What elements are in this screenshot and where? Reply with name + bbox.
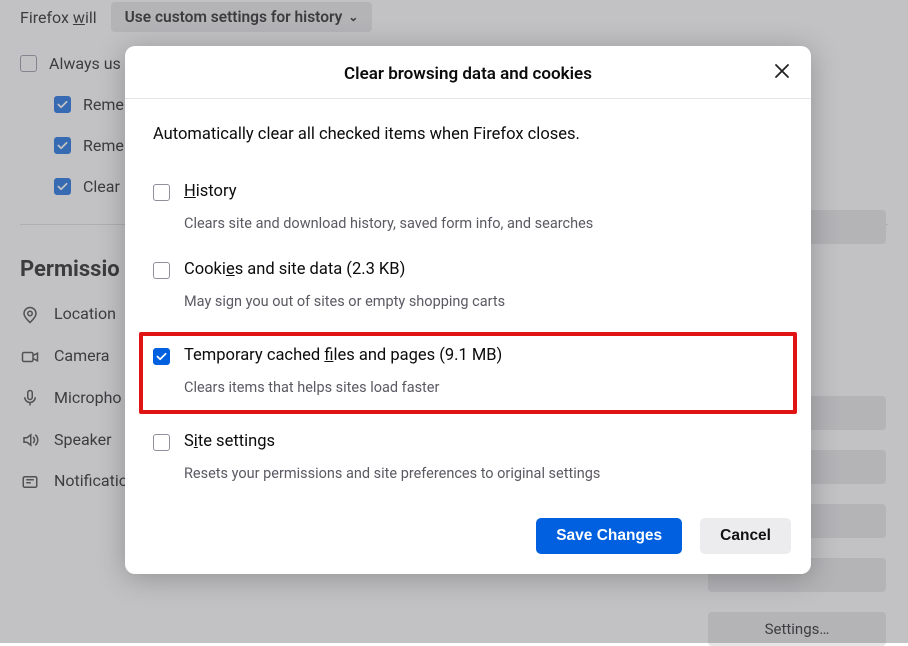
cancel-button[interactable]: Cancel bbox=[700, 518, 791, 554]
option-site-settings-text: Site settings Resets your permissions an… bbox=[184, 432, 600, 482]
highlight-box: Temporary cached files and pages (9.1 MB… bbox=[139, 332, 797, 414]
option-history[interactable]: History Clears site and download history… bbox=[153, 172, 783, 250]
option-cookies[interactable]: Cookies and site data (2.3 KB) May sign … bbox=[153, 250, 783, 328]
checkbox-site-settings[interactable] bbox=[153, 434, 170, 451]
option-cookies-desc: May sign you out of sites or empty shopp… bbox=[184, 293, 505, 310]
option-site-settings-desc: Resets your permissions and site prefere… bbox=[184, 465, 600, 482]
close-icon[interactable] bbox=[771, 60, 793, 82]
dialog-title: Clear browsing data and cookies bbox=[344, 64, 592, 84]
option-history-text: History Clears site and download history… bbox=[184, 182, 593, 232]
checkbox-cache[interactable] bbox=[153, 348, 170, 365]
checkbox-cookies[interactable] bbox=[153, 262, 170, 279]
save-button[interactable]: Save Changes bbox=[536, 518, 682, 554]
clear-data-dialog: Clear browsing data and cookies Automati… bbox=[125, 46, 811, 574]
option-site-settings[interactable]: Site settings Resets your permissions an… bbox=[153, 422, 783, 500]
checkbox-history[interactable] bbox=[153, 184, 170, 201]
option-cookies-text: Cookies and site data (2.3 KB) May sign … bbox=[184, 260, 505, 310]
dialog-intro: Automatically clear all checked items wh… bbox=[153, 125, 783, 144]
option-history-desc: Clears site and download history, saved … bbox=[184, 215, 593, 232]
option-cache-desc: Clears items that helps sites load faste… bbox=[184, 379, 502, 396]
option-cache-text: Temporary cached files and pages (9.1 MB… bbox=[184, 346, 502, 396]
option-cache[interactable]: Temporary cached files and pages (9.1 MB… bbox=[153, 346, 779, 396]
dialog-header: Clear browsing data and cookies bbox=[125, 46, 811, 99]
dialog-footer: Save Changes Cancel bbox=[125, 510, 811, 574]
dialog-body: Automatically clear all checked items wh… bbox=[125, 99, 811, 510]
